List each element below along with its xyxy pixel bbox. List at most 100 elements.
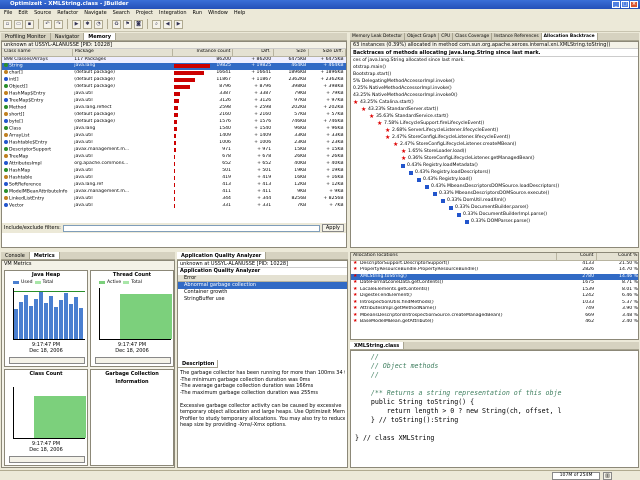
- backtrace-node[interactable]: 0.33% DOMParser.parse(): [353, 218, 638, 225]
- graph-scrollbar[interactable]: [95, 357, 171, 364]
- backtrace-node[interactable]: ★ 2.47% StoreConfigLifecycleListener.life…: [353, 134, 638, 141]
- class-row[interactable]: Hashtable$Entry java.util 1006 + 1006 23KB + …: [2, 140, 346, 147]
- class-row[interactable]: Vector java.util 331 + 331 7KB + 7KB: [2, 203, 346, 210]
- search-icon[interactable]: ⌕: [152, 19, 161, 29]
- backtrace-node[interactable]: 0.33% DocumentBuilderImpl.parse(): [353, 211, 638, 218]
- tab-object-graph[interactable]: Object Graph: [405, 33, 440, 40]
- filter-input[interactable]: [62, 224, 320, 232]
- debug-icon[interactable]: ✱: [83, 19, 92, 29]
- alloc-row[interactable]: ★ DescriptorSupport.DescriptorSupport() 41…: [351, 260, 638, 267]
- graph-scrollbar[interactable]: [9, 357, 85, 364]
- alloc-row[interactable]: ★ BaseModelMBean.getAttribute() 462 2.40 %: [351, 319, 638, 326]
- menu-item[interactable]: Source: [34, 9, 51, 17]
- totals-row[interactable]: 898 Classes/Arrays 117 Packages 86200 + 862…: [2, 56, 346, 63]
- class-row[interactable]: LinkedListEntry java.util 344 + 344 8256B + 8…: [2, 196, 346, 203]
- menu-item[interactable]: Edit: [18, 9, 28, 17]
- menu-item[interactable]: Project: [136, 9, 153, 17]
- run-icon[interactable]: ▶: [72, 19, 81, 29]
- class-row[interactable]: char[] (default package) 16641 + 16641 1896K…: [2, 70, 346, 77]
- menu-item[interactable]: File: [4, 9, 12, 17]
- column-header[interactable]: Package: [72, 49, 174, 57]
- backtrace-node[interactable]: 0.43% Registry.load(): [353, 176, 638, 183]
- tab-memory[interactable]: Memory: [84, 33, 117, 40]
- tab-navigator[interactable]: Navigator: [51, 33, 85, 40]
- backtrace-node[interactable]: 0.25% NativeMethodAccessorImpl.invoke(): [353, 85, 638, 92]
- backtrace-node[interactable]: 5% DelegatingMethodAccessorImpl.invoke(): [353, 78, 638, 85]
- menu-item[interactable]: Window: [208, 9, 228, 17]
- column-header[interactable]: Diff.: [232, 49, 274, 57]
- class-row[interactable]: SoftReference java.lang.ref 413 + 413 12KB + …: [2, 182, 346, 189]
- menu-item[interactable]: Refactor: [57, 9, 78, 17]
- backtrace-node[interactable]: otstrap.main(): [353, 64, 638, 71]
- redo-icon[interactable]: ↷: [54, 19, 63, 29]
- close-icon[interactable]: ×: [630, 1, 638, 8]
- tab-instance-references[interactable]: Instance References: [492, 33, 542, 40]
- class-row[interactable]: ArrayList java.util 1409 + 1409 33KB + 33KB: [2, 133, 346, 140]
- class-row[interactable]: AttributesImpl org.apache.commons... 652 + …: [2, 161, 346, 168]
- class-row[interactable]: Object[] (default package) 8796 + 8796 398KB…: [2, 84, 346, 91]
- menu-item[interactable]: Run: [193, 9, 203, 17]
- class-row[interactable]: TreeMap java.util 678 + 678 26KB + 26KB: [2, 154, 346, 161]
- backtrace-node[interactable]: 0.33% DomUtil.readXml(): [353, 197, 638, 204]
- backtrace-node[interactable]: ★ 43.25% Catalina.start(): [353, 99, 638, 106]
- tab-profiling-monitor[interactable]: Profiling Monitor: [1, 33, 51, 40]
- mark-icon[interactable]: ⚑: [123, 19, 132, 29]
- class-row[interactable]: TreeMap$Entry java.util 3126 + 3126 97KB + 97…: [2, 98, 346, 105]
- undo-icon[interactable]: ↶: [43, 19, 52, 29]
- class-row[interactable]: Hashtable java.util 419 + 419 16KB + 16KB: [2, 175, 346, 182]
- new-file-icon[interactable]: ▫: [3, 19, 12, 29]
- error-item[interactable]: Abnormal garbage collection: [178, 282, 347, 289]
- tab-description[interactable]: Description: [178, 360, 218, 367]
- backtrace-node[interactable]: ★ 35.63% StandardService.start(): [353, 113, 638, 120]
- tab-xmlstring[interactable]: XMLString.class: [350, 342, 405, 349]
- class-row[interactable]: short[] (default package) 2160 + 2160 57KB + …: [2, 112, 346, 119]
- profile-icon[interactable]: ◔: [94, 19, 103, 29]
- tab-allocation-backtrace[interactable]: Allocation Backtrace: [541, 33, 598, 40]
- memory-usage-indicator[interactable]: 107M of 254M: [552, 472, 600, 480]
- class-row[interactable]: byte[] (default package) 1576 + 1576 746KB + …: [2, 119, 346, 126]
- error-item[interactable]: Container growth: [178, 289, 347, 296]
- class-row[interactable]: String java.lang 19825 + 19825 464KB + 464KB: [2, 63, 346, 70]
- tab-console[interactable]: Console: [1, 252, 30, 259]
- column-header[interactable]: Instance count: [172, 49, 234, 57]
- menu-item[interactable]: Integration: [159, 9, 187, 17]
- backtrace-node[interactable]: ★ 43.23% StandardServer.start(): [353, 106, 638, 113]
- column-header[interactable]: Size Diff.: [308, 49, 346, 57]
- open-folder-icon[interactable]: ▭: [14, 19, 23, 29]
- tab-cpu[interactable]: CPU: [439, 33, 454, 40]
- tab-memory-leak-detector[interactable]: Memory Leak Detector: [350, 33, 406, 40]
- tab-class-coverage[interactable]: Class Coverage: [453, 33, 493, 40]
- class-row[interactable]: Method java.lang.reflect 2598 + 2598 202KB + …: [2, 105, 346, 112]
- class-row[interactable]: HashMap$Entry java.util 3387 + 3387 79KB + 79…: [2, 91, 346, 98]
- backtrace-node[interactable]: ★ 0.36% StoreConfigLifecycleListener.getM…: [353, 155, 638, 162]
- backtrace-node[interactable]: 0.43% Registry.loadDescriptors(): [353, 169, 638, 176]
- column-header[interactable]: Size: [273, 49, 309, 57]
- snapshot-icon[interactable]: ◙: [134, 19, 143, 29]
- code-editor[interactable]: // // Object methods // /** Returns a st…: [355, 353, 634, 443]
- menu-item[interactable]: Navigate: [84, 9, 106, 17]
- back-icon[interactable]: ◀: [163, 19, 172, 29]
- backtrace-node[interactable]: 43.25% NativeMethodAccessorImpl.invoke0(…: [353, 92, 638, 99]
- backtrace-node[interactable]: ★ 2.68% ServerLifecycleListener.lifecycle…: [353, 127, 638, 134]
- backtrace-node[interactable]: ★ 7.58% LifecycleSupport.fireLifecycleEve…: [353, 120, 638, 127]
- alloc-column-header[interactable]: Allocation locations: [351, 253, 557, 261]
- backtrace-node[interactable]: Bootstrap.start(): [353, 71, 638, 78]
- gc-icon[interactable]: ♻: [112, 19, 121, 29]
- apply-button[interactable]: Apply: [321, 224, 344, 232]
- backtrace-node[interactable]: 0.33% DocumentBuilder.parse(): [353, 204, 638, 211]
- forward-icon[interactable]: ▶: [174, 19, 183, 29]
- class-row[interactable]: HashMap java.util 501 + 501 19KB + 19KB: [2, 168, 346, 175]
- backtrace-node[interactable]: ★ 1.65% StoreLoader.load(): [353, 148, 638, 155]
- backtrace-node[interactable]: 0.43% Registry.loadMetadata(): [353, 162, 638, 169]
- alloc-column-header[interactable]: Count %: [596, 253, 638, 261]
- backtrace-node[interactable]: ces of java.lang.String allocated since …: [353, 57, 638, 64]
- graph-scrollbar[interactable]: [9, 456, 85, 463]
- minimize-icon[interactable]: _: [612, 1, 620, 8]
- maximize-icon[interactable]: □: [621, 1, 629, 8]
- backtrace-node[interactable]: ★ 2.47% StoreConfigLifecycleListener.crea…: [353, 141, 638, 148]
- class-row[interactable]: int[] (default package) 11867 + 11867 2362KB…: [2, 77, 346, 84]
- backtrace-node[interactable]: 0.33% MbeansDescriptorsDOMSource.execute…: [353, 190, 638, 197]
- class-row[interactable]: ModelMBeanAttributeInfo javax.management.…: [2, 189, 346, 196]
- backtrace-node[interactable]: 0.43% MbeansDescriptorsDOMSource.loadDes…: [353, 183, 638, 190]
- save-icon[interactable]: ▪: [25, 19, 34, 29]
